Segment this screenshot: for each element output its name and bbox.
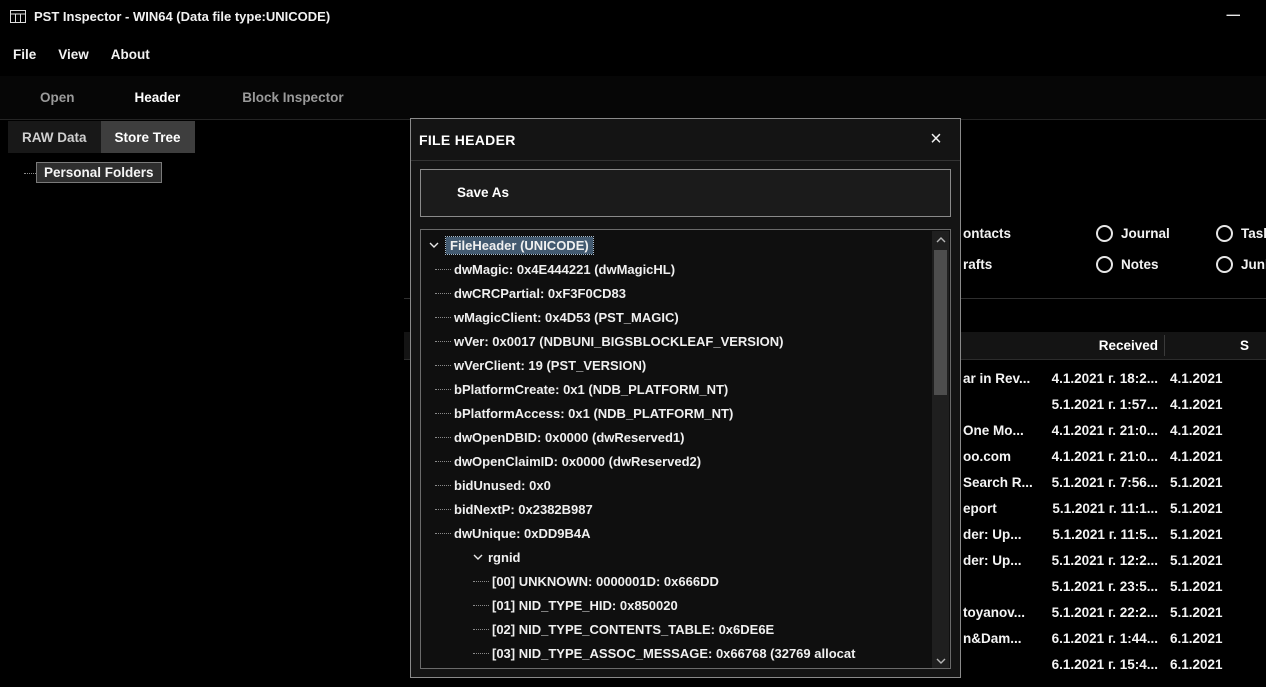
tree-connector-line [435, 365, 451, 366]
radio-tasks[interactable]: Task [1216, 225, 1266, 242]
tree-connector-line [473, 629, 489, 630]
tree-item[interactable]: bPlatformCreate: 0x1 (NDB_PLATFORM_NT) [421, 377, 940, 401]
radio-icon [1216, 225, 1233, 242]
tree-connector-line [435, 269, 451, 270]
tree-item[interactable]: [02] NID_TYPE_CONTENTS_TABLE: 0x6DE6E [421, 617, 951, 641]
tree-connector-line [435, 341, 451, 342]
tree-connector-line [435, 461, 451, 462]
menu-view[interactable]: View [47, 40, 100, 69]
tree-connector-line [473, 605, 489, 606]
chevron-down-icon[interactable] [473, 554, 483, 560]
tree-item[interactable]: [01] NID_TYPE_HID: 0x850020 [421, 593, 951, 617]
tree-connector-line [435, 533, 451, 534]
app-icon [10, 10, 26, 23]
toolbar-block-inspector-button[interactable]: Block Inspector [242, 90, 343, 105]
tree-item[interactable]: [00] UNKNOWN: 0000001D: 0x666DD [421, 569, 951, 593]
title-bar: PST Inspector - WIN64 (Data file type:UN… [0, 0, 1266, 32]
dialog-header: FILE HEADER × [411, 119, 960, 161]
app-window: PST Inspector - WIN64 (Data file type:UN… [0, 0, 1266, 687]
tree-item[interactable]: bidNextP: 0x2382B987 [421, 497, 940, 521]
tree-item-fileheader[interactable]: FileHeader (UNICODE) [421, 233, 934, 257]
tree-item[interactable]: wVerClient: 19 (PST_VERSION) [421, 353, 940, 377]
scrollbar-thumb[interactable] [934, 250, 947, 395]
tree-connector-line [435, 317, 451, 318]
tree-item[interactable]: wVer: 0x0017 (NDBUNI_BIGSBLOCKLEAF_VERSI… [421, 329, 940, 353]
radio-notes[interactable]: Notes [1096, 256, 1159, 273]
tree-item[interactable]: [03] NID_TYPE_ASSOC_MESSAGE: 0x66768 (32… [421, 641, 951, 665]
close-icon[interactable]: × [922, 126, 950, 154]
tree-connector-line [435, 293, 451, 294]
tree-item[interactable]: dwOpenClaimID: 0x0000 (dwReserved2) [421, 449, 940, 473]
tree-connector-line [435, 485, 451, 486]
radio-icon [1096, 256, 1113, 273]
radio-drafts-label[interactable]: rafts [963, 257, 992, 272]
tree-item-personal-folders[interactable]: Personal Folders [36, 162, 162, 183]
column-header-sent[interactable]: S [1240, 332, 1249, 359]
toolbar-header-button[interactable]: Header [135, 90, 181, 105]
tree-item[interactable]: dwCRCPartial: 0xF3F0CD83 [421, 281, 940, 305]
column-header-received[interactable]: Received [1044, 332, 1158, 359]
tree-connector-line [435, 389, 451, 390]
column-separator[interactable] [1164, 335, 1165, 356]
tree-item[interactable]: bPlatformAccess: 0x1 (NDB_PLATFORM_NT) [421, 401, 940, 425]
save-as-button[interactable]: Save As [420, 169, 951, 217]
minimize-button[interactable]: — [1219, 0, 1249, 32]
tree-item[interactable]: dwOpenDBID: 0x0000 (dwReserved1) [421, 425, 940, 449]
tree-connector-line [435, 437, 451, 438]
scroll-up-icon[interactable] [932, 231, 949, 248]
radio-junk[interactable]: Junk [1216, 256, 1266, 273]
tree-item[interactable]: wMagicClient: 0x4D53 (PST_MAGIC) [421, 305, 940, 329]
tree-item-rgnid[interactable]: rgnid [421, 545, 951, 569]
menu-bar: File View About [0, 32, 1266, 76]
toolbar: Open Header Block Inspector [0, 76, 1266, 120]
chevron-down-icon[interactable] [429, 242, 439, 248]
tree-item[interactable]: bidUnused: 0x0 [421, 473, 940, 497]
file-header-dialog: FILE HEADER × Save As FileHeader (UNICOD… [410, 118, 961, 678]
tree-item[interactable]: dwMagic: 0x4E444221 (dwMagicHL) [421, 257, 940, 281]
header-tree: FileHeader (UNICODE) dwMagic: 0x4E444221… [420, 229, 951, 669]
tab-store-tree[interactable]: Store Tree [101, 121, 195, 153]
tree-connector-line [473, 581, 489, 582]
tree-item[interactable]: dwUnique: 0xDD9B4A [421, 521, 940, 545]
scroll-down-icon[interactable] [932, 652, 949, 669]
tree-connector-line [24, 173, 36, 174]
dialog-title: FILE HEADER [419, 119, 516, 161]
menu-file[interactable]: File [2, 40, 47, 69]
toolbar-open-button[interactable]: Open [40, 90, 75, 105]
tree-connector-line [435, 413, 451, 414]
radio-contacts-label[interactable]: ontacts [963, 226, 1011, 241]
radio-icon [1096, 225, 1113, 242]
tab-raw-data[interactable]: RAW Data [8, 121, 101, 153]
radio-journal[interactable]: Journal [1096, 225, 1170, 242]
radio-icon [1216, 256, 1233, 273]
tree-connector-line [473, 653, 489, 654]
menu-about[interactable]: About [100, 40, 161, 69]
tree-connector-line [435, 509, 451, 510]
window-title: PST Inspector - WIN64 (Data file type:UN… [34, 9, 330, 24]
vertical-scrollbar[interactable] [932, 231, 949, 669]
